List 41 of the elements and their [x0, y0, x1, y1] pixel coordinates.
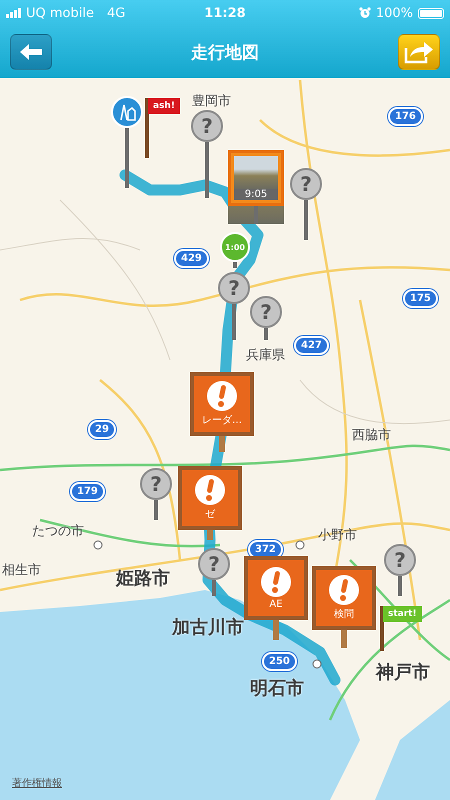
pin-label: start! — [388, 609, 417, 619]
route-shield: 176 — [388, 107, 423, 126]
pin-label: 検問 — [334, 608, 354, 621]
start-flag-pin[interactable]: start! — [380, 606, 422, 651]
route-shield: 250 — [262, 652, 297, 671]
city-label: 兵庫県 — [246, 347, 285, 364]
pin-label: 9:05 — [234, 189, 278, 200]
question-pin[interactable]: ? — [218, 272, 250, 340]
route-shield: 427 — [294, 336, 329, 355]
question-pin[interactable]: ? — [290, 168, 322, 240]
pin-label: レーダ… — [202, 414, 242, 427]
pin-label: AE — [269, 598, 283, 610]
route-shield: 429 — [174, 249, 209, 268]
pin-label: 1:00 — [225, 242, 245, 252]
network-type: 4G — [106, 6, 126, 20]
pin-label: ? — [300, 172, 312, 196]
city-label: 相生市 — [2, 562, 41, 579]
finish-flag-pin[interactable]: ash! — [145, 98, 180, 158]
photo-pin[interactable]: 9:05 — [228, 150, 284, 224]
route-shield: 29 — [88, 420, 116, 439]
route-shield: 179 — [70, 482, 105, 501]
pin-label: ? — [228, 276, 240, 300]
pin-label: ? — [208, 552, 220, 576]
pin-label: ? — [394, 548, 406, 572]
battery-percent: 100% — [376, 6, 413, 20]
pin-label: ゼ — [205, 508, 215, 521]
clock-time: 11:28 — [204, 6, 246, 20]
city-label: 加古川市 — [172, 616, 244, 639]
pin-label: ash! — [153, 101, 175, 111]
city-label: 神戸市 — [376, 661, 430, 684]
screen-title: 走行地図 — [191, 42, 259, 64]
city-label: 豊岡市 — [192, 93, 231, 110]
question-pin[interactable]: ? — [191, 110, 223, 198]
pin-label: ? — [260, 300, 272, 324]
pin-label: ? — [201, 114, 213, 138]
city-label: 明石市 — [250, 677, 304, 700]
carrier-name: UQ mobile — [26, 6, 94, 20]
route-shield: 175 — [403, 289, 438, 308]
pin-label: ? — [150, 472, 162, 496]
city-label: 姫路市 — [116, 567, 170, 590]
copyright-link[interactable]: 著作権情報 — [12, 776, 62, 790]
